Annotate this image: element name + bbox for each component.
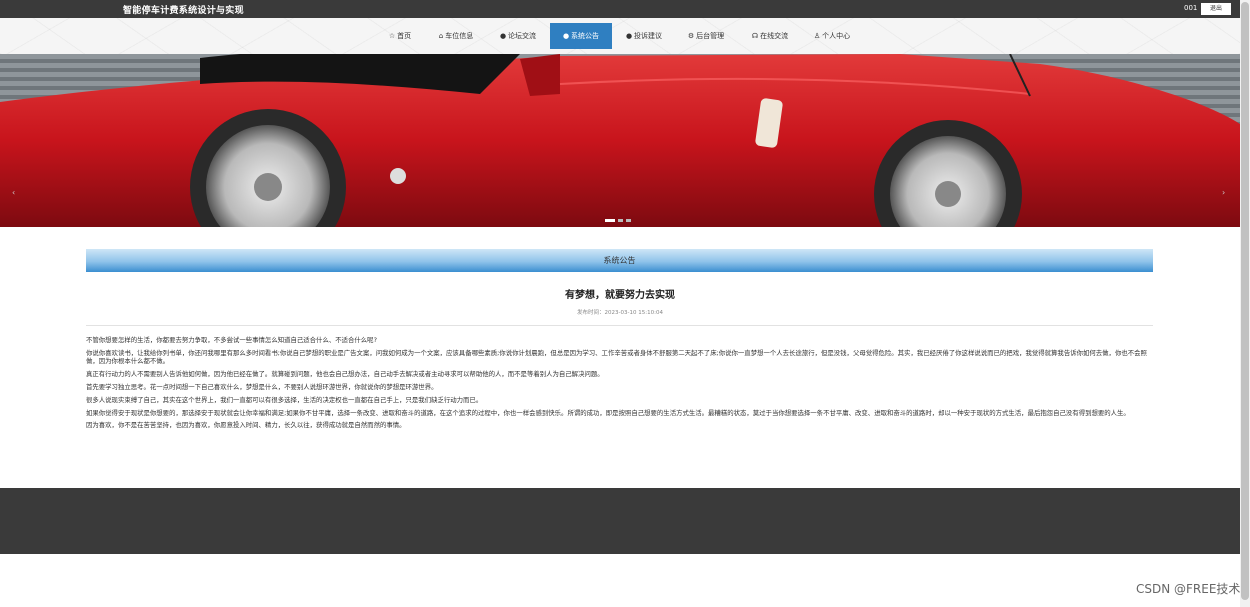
article-paragraph: 首先要学习独立思考。花一点时间想一下自己喜欢什么，梦想是什么，不要别人说想环游世… — [86, 382, 438, 391]
article-paragraph: 真正有行动力的人不需要别人告诉他如何做，因为他已经在做了。就算碰到问题，他也会自… — [86, 370, 604, 379]
nav-item-online-chat[interactable]: ☊ 在线交流 — [742, 23, 798, 49]
banner-carousel[interactable]: ‹ › — [0, 54, 1240, 227]
article-paragraph: 如果你觉得安于现状是你想要的，那选择安于现状就会让你幸福和满足;如果你不甘平庸，… — [86, 408, 1130, 417]
scrollbar-thumb[interactable] — [1241, 2, 1249, 600]
info-icon: ● — [625, 32, 633, 40]
nav-item-profile[interactable]: ♙ 个人中心 — [804, 23, 860, 49]
top-bar: 智能停车计费系统设计与实现 001 退出 — [0, 0, 1240, 18]
watermark-text: CSDN @FREE技术 — [1136, 582, 1241, 596]
article-paragraph: 不管你想要怎样的生活，你都要去努力争取，不多尝试一些事情怎么知道自己适合什么、不… — [86, 336, 377, 344]
star-icon: ☆ — [388, 32, 396, 40]
carousel-next-button[interactable]: › — [1222, 188, 1225, 197]
article-paragraph: 因为喜欢，你不是在苦苦坚持，也因为喜欢，你愿意投入时间、精力，长久以往，获得成功… — [86, 421, 406, 430]
logout-button[interactable]: 退出 — [1201, 3, 1231, 15]
article-paragraph: 你说你喜欢读书，让我给你列书单，你还问我哪里有那么多时间看书;你说自己梦想的职业… — [86, 348, 1147, 366]
article-title: 有梦想，就要努力去实现 — [565, 290, 675, 301]
article-body: 不管你想要怎样的生活，你都要去努力争取，不多尝试一些事情怎么知道自己适合什么、不… — [86, 336, 1153, 434]
nav-item-complaints[interactable]: ● 投诉建议 — [616, 23, 672, 49]
user-icon: ♙ — [813, 32, 821, 40]
nav-item-announcements[interactable]: ● 系统公告 — [550, 23, 612, 49]
info-icon: ● — [499, 32, 507, 40]
nav-item-label: 车位信息 — [445, 32, 474, 40]
site-title: 智能停车计费系统设计与实现 — [123, 6, 244, 16]
nav-item-label: 系统公告 — [571, 32, 600, 40]
banner-car-image — [0, 54, 1240, 227]
page-scrollbar[interactable] — [1240, 0, 1250, 607]
article-meta: 发布时间：2023-03-10 15:10:04 — [577, 310, 663, 316]
username-label: 001 — [1184, 4, 1198, 12]
nav-item-forum[interactable]: ● 论坛交流 — [490, 23, 546, 49]
nav-item-label: 个人中心 — [822, 32, 851, 40]
nav-item-parking-info[interactable]: ⌂ 车位信息 — [428, 23, 484, 49]
divider — [86, 325, 1153, 326]
carousel-dot[interactable] — [618, 219, 623, 222]
nav-item-home[interactable]: ☆ 首页 — [378, 23, 422, 49]
lock-icon: ⌂ — [438, 32, 444, 40]
section-header: 系统公告 — [86, 249, 1153, 272]
nav-item-admin[interactable]: ⚙ 后台管理 — [678, 23, 734, 49]
nav-item-label: 在线交流 — [760, 32, 789, 40]
carousel-prev-button[interactable]: ‹ — [12, 188, 15, 197]
nav-item-label: 论坛交流 — [508, 32, 537, 40]
carousel-indicators — [605, 219, 631, 222]
main-nav: ☆ 首页 ⌂ 车位信息 ● 论坛交流 ● 系统公告 ● 投诉建议 ⚙ 后台管理 ☊ 在线交流 … — [0, 18, 1240, 54]
nav-item-label: 投诉建议 — [634, 32, 663, 40]
nav-item-label: 首页 — [397, 32, 412, 40]
carousel-dot[interactable] — [605, 219, 615, 222]
article-paragraph: 很多人说现实束缚了自己，其实在这个世界上，我们一直都可以有很多选择，生活的决定权… — [86, 395, 483, 404]
gear-icon: ⚙ — [687, 32, 695, 40]
footer — [0, 488, 1240, 554]
carousel-dot[interactable] — [626, 219, 631, 222]
nav-item-label: 后台管理 — [696, 32, 725, 40]
info-icon: ● — [562, 32, 570, 40]
headset-icon: ☊ — [751, 32, 759, 40]
